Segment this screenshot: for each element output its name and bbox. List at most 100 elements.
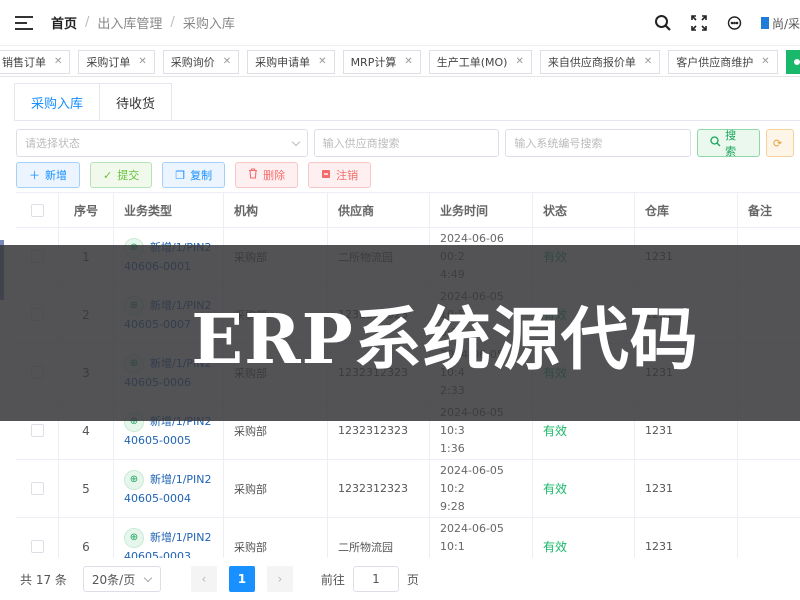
add-button-label: 新增 xyxy=(45,169,67,182)
time-line-2: 1:36 xyxy=(440,441,465,455)
tag-label: 客户供应商维护 xyxy=(676,55,754,69)
fullscreen-icon[interactable] xyxy=(689,13,709,33)
add-button[interactable]: ＋ 新增 xyxy=(16,162,80,188)
time-line-1: 2024-06-05 10:1 xyxy=(440,521,504,553)
business-type-link[interactable]: 新增/1/PIN2 xyxy=(150,529,212,547)
tabs-divider xyxy=(14,120,800,121)
chevron-left-icon: ‹ xyxy=(201,572,207,586)
column-header: 业务时间 xyxy=(430,193,533,227)
app-frame: 首页 / 出入库管理 / 采购入库 尚/采 销售订单 ✕ 采购订单 ✕ 采购询价 ✕ xyxy=(0,0,800,600)
tab-pending-receipt[interactable]: 待收货 xyxy=(100,83,173,121)
breadcrumb-separator: / xyxy=(170,15,175,30)
close-icon[interactable]: ✕ xyxy=(404,56,412,67)
tag-label: MRP计算 xyxy=(350,55,397,69)
close-icon[interactable]: ✕ xyxy=(54,56,62,67)
chevron-down-icon xyxy=(143,573,153,583)
search-icon[interactable] xyxy=(653,13,673,33)
tag-customer-supplier[interactable]: 客户供应商维护 ✕ xyxy=(668,49,778,74)
close-icon[interactable]: ✕ xyxy=(223,56,231,67)
delete-button-label: 删除 xyxy=(263,169,286,182)
cancel-icon xyxy=(321,169,331,182)
code-search-input[interactable]: 输入系统编号搜索 xyxy=(505,129,692,157)
status-select[interactable]: 请选择状态 xyxy=(16,129,308,157)
reset-button[interactable]: ⟳ xyxy=(766,129,794,157)
breadcrumb-home[interactable]: 首页 xyxy=(51,13,77,32)
row-checkbox[interactable] xyxy=(30,424,44,437)
chevron-right-icon: › xyxy=(277,572,283,586)
goto-page-input[interactable]: 1 xyxy=(352,566,399,592)
tag-mrp[interactable]: MRP计算 ✕ xyxy=(342,49,421,74)
tag-label: 采购询价 xyxy=(170,55,215,69)
submit-button[interactable]: ✓ 提交 xyxy=(90,162,153,188)
column-header: 仓库 xyxy=(635,193,738,227)
table-row[interactable]: 5 ⊕ 新增/1/PIN2 40605-0004 采购部 1232312323 2024-0… xyxy=(16,460,800,518)
top-header: 首页 / 出入库管理 / 采购入库 尚/采 xyxy=(0,0,800,46)
plus-icon: ＋ xyxy=(29,169,40,182)
tag-purchase-inquiry[interactable]: 采购询价 ✕ xyxy=(162,49,240,74)
menu-toggle-icon[interactable] xyxy=(15,15,33,30)
copy-button[interactable]: ❐ 复制 xyxy=(162,162,226,188)
tag-supplier-quote[interactable]: 来自供应商报价单 ✕ xyxy=(539,49,661,74)
banner-title: ERP系统源代码 xyxy=(191,299,699,380)
breadcrumb-current: 采购入库 xyxy=(182,17,235,32)
business-type-link[interactable]: 新增/1/PIN2 xyxy=(150,471,212,489)
tag-label: 来自供应商报价单 xyxy=(547,55,636,69)
tags-view: 销售订单 ✕ 采购订单 ✕ 采购询价 ✕ 采购申请单 ✕ MRP计算 ✕ 生产工单(MO)… xyxy=(0,47,800,77)
cancel-button[interactable]: 注销 xyxy=(308,162,372,188)
business-type-cell: ⊕ 新增/1/PIN2 40605-0004 xyxy=(114,460,224,517)
close-icon[interactable]: ✕ xyxy=(318,56,326,67)
next-page-button[interactable]: › xyxy=(266,566,293,592)
column-header: 备注 xyxy=(748,203,773,218)
document-number[interactable]: 40605-0004 xyxy=(124,490,212,508)
tag-sales-order[interactable]: 销售订单 ✕ xyxy=(0,49,71,74)
select-all-cell xyxy=(16,193,59,227)
row-checkbox[interactable] xyxy=(30,482,44,495)
header-actions: 尚/采 xyxy=(637,0,800,46)
status-badge: 有效 xyxy=(543,424,568,438)
page-number-button[interactable]: 1 xyxy=(228,566,255,592)
document-number[interactable]: 40605-0005 xyxy=(124,432,212,450)
column-header: 机构 xyxy=(224,193,328,227)
active-dot-icon xyxy=(793,58,800,65)
tag-label: 采购订单 xyxy=(86,55,131,69)
row-select-cell xyxy=(16,460,59,517)
close-icon[interactable]: ✕ xyxy=(761,56,769,67)
tag-label: 生产工单(MO) xyxy=(436,55,508,69)
supplier-placeholder: 输入供应商搜索 xyxy=(322,137,400,150)
search-icon xyxy=(710,136,721,150)
copy-button-label: 复制 xyxy=(190,169,213,182)
search-button[interactable]: 搜索 xyxy=(697,129,761,158)
page-size-select[interactable]: 20条/页 xyxy=(82,566,161,592)
org-cell: 采购部 xyxy=(224,460,328,517)
tag-purchase-inbound[interactable]: 采 xyxy=(785,49,800,74)
action-toolbar: ＋ 新增 ✓ 提交 ❐ 复制 删除 注销 xyxy=(16,162,381,188)
select-all-checkbox[interactable] xyxy=(30,203,44,217)
close-icon[interactable]: ✕ xyxy=(515,56,523,67)
row-checkbox[interactable] xyxy=(30,540,44,553)
overlay-banner: ERP系统源代码 xyxy=(0,245,800,421)
close-icon[interactable]: ✕ xyxy=(138,56,146,67)
prev-page-button[interactable]: ‹ xyxy=(190,566,217,592)
status-badge: 有效 xyxy=(543,540,568,554)
tag-purchase-order[interactable]: 采购订单 ✕ xyxy=(78,49,155,74)
close-icon[interactable]: ✕ xyxy=(644,56,652,67)
breadcrumb-separator: / xyxy=(85,15,90,30)
breadcrumb-item[interactable]: 出入库管理 xyxy=(97,13,162,32)
tab-purchase-inbound[interactable]: 采购入库 xyxy=(14,83,101,121)
table-header: 序号 业务类型 机构 供应商 业务时间 状态 仓库 备注 xyxy=(16,193,800,228)
supplier-cell: 1232312323 xyxy=(328,460,430,517)
supplier-search-input[interactable]: 输入供应商搜索 xyxy=(313,129,500,157)
user-menu[interactable]: 尚/采 xyxy=(760,15,800,32)
refresh-icon: ⟳ xyxy=(773,136,783,150)
chevron-down-icon xyxy=(291,137,300,147)
row-index: 5 xyxy=(59,460,114,517)
tag-purchase-request[interactable]: 采购申请单 ✕ xyxy=(247,49,335,74)
trash-icon xyxy=(248,168,258,182)
delete-button[interactable]: 删除 xyxy=(235,162,299,188)
business-time-cell: 2024-06-05 10:2 9:28 xyxy=(430,460,533,517)
tag-work-order[interactable]: 生产工单(MO) ✕ xyxy=(428,49,532,74)
chat-icon[interactable] xyxy=(725,13,745,33)
pagination: 共 17 条 20条/页 ‹ 1 › 前往 1 页 xyxy=(0,558,800,600)
user-name: 尚/采 xyxy=(771,16,800,31)
status-cell: 有效 xyxy=(533,460,635,517)
